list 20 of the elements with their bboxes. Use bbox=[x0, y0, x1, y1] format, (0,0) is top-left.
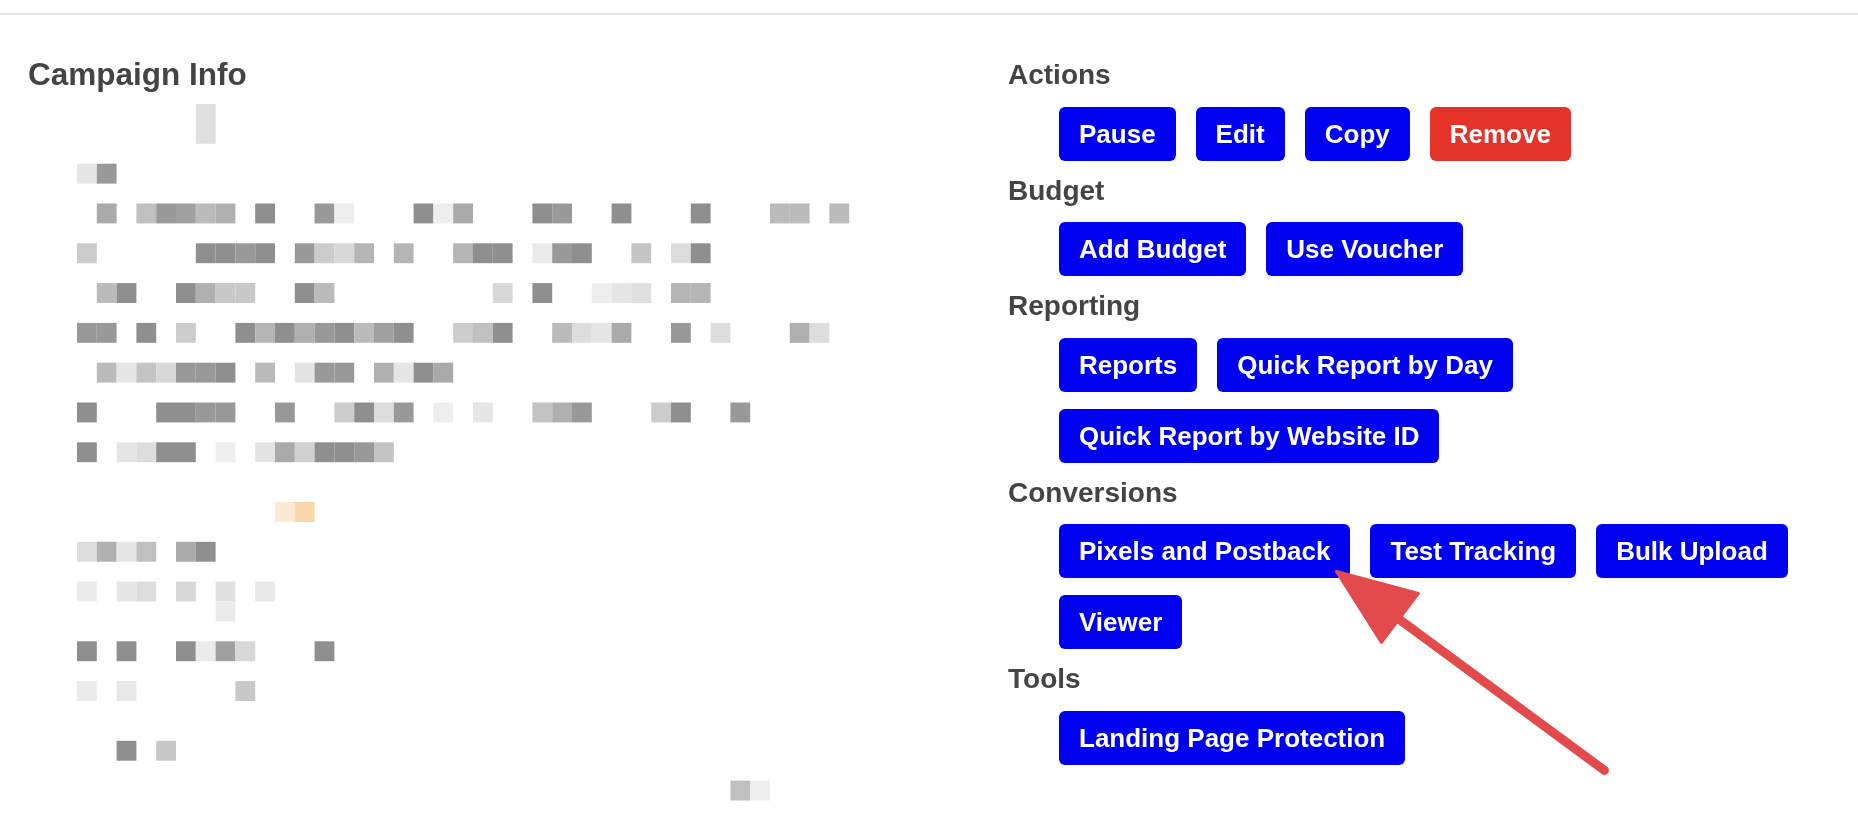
action-button[interactable]: Pause bbox=[1059, 106, 1176, 161]
action-button[interactable]: Copy bbox=[1304, 106, 1410, 161]
action-button[interactable]: Landing Page Protection bbox=[1059, 710, 1406, 765]
action-button[interactable]: Bulk Upload bbox=[1596, 524, 1788, 579]
group-heading: Tools bbox=[1008, 662, 1082, 696]
action-button[interactable]: Quick Report by Day bbox=[1217, 337, 1513, 392]
action-button[interactable]: Add Budget bbox=[1059, 222, 1247, 277]
action-button[interactable]: Pixels and Postback bbox=[1059, 524, 1351, 579]
section-title: Campaign Info bbox=[28, 56, 248, 94]
action-button[interactable]: Reports bbox=[1059, 337, 1198, 392]
group-heading: Actions bbox=[1008, 58, 1112, 92]
action-button[interactable]: Viewer bbox=[1059, 595, 1183, 650]
group-heading: Reporting bbox=[1008, 289, 1142, 323]
remove-button[interactable]: Remove bbox=[1429, 106, 1571, 161]
group-heading: Conversions bbox=[1008, 475, 1179, 510]
action-button[interactable]: Quick Report by Website ID bbox=[1059, 408, 1440, 463]
action-button[interactable]: Test Tracking bbox=[1370, 524, 1577, 579]
action-button[interactable]: Use Voucher bbox=[1266, 222, 1464, 277]
group-heading: Budget bbox=[1008, 173, 1106, 208]
action-button[interactable]: Edit bbox=[1195, 106, 1285, 161]
